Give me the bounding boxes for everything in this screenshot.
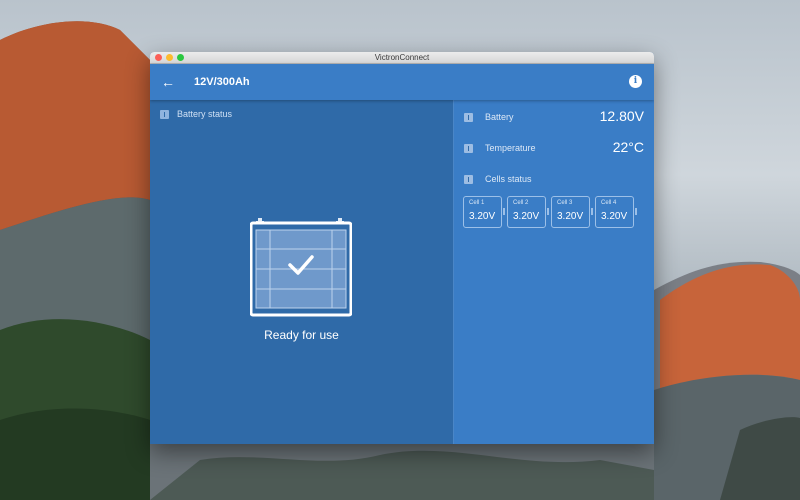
cell-voltage: 3.20V [469,211,496,222]
cell-voltage: 3.20V [513,211,540,222]
device-title: 12V/300Ah [194,76,250,88]
battery-status-panel: Battery status Ready for use [150,100,454,444]
battery-status-label: Battery status [177,109,233,119]
battery-voltage-row: Battery 12.80V [464,108,644,128]
cell-2: Cell 2 3.20V [507,196,549,228]
thermometer-icon [464,144,473,154]
battery-ready-status: Ready for use [264,328,339,342]
battery-details-panel: Battery 12.80V Temperature 22°C Cells st… [454,100,654,444]
battery-voltage-label: Battery [485,112,514,122]
battery-status-heading: Battery status [160,109,233,120]
cell-voltage: 3.20V [557,211,584,222]
cells-list-icon [464,175,473,185]
cell-voltage: 3.20V [601,211,628,222]
app-header: ← 12V/300Ah i [150,64,654,100]
cells-status-row: Cells status [464,170,644,190]
window-title: VictronConnect [374,53,430,62]
back-arrow-icon[interactable]: ← [160,74,176,90]
temperature-label: Temperature [485,143,536,153]
cells-list: Cell 1 3.20V Cell 2 3.20V Cell 3 3.20V C… [463,196,639,228]
app-window: VictronConnect ← 12V/300Ah i Battery sta… [150,52,654,444]
cell-4: Cell 4 3.20V [595,196,637,228]
cells-status-label: Cells status [485,174,532,184]
cell-name: Cell 1 [469,200,485,206]
temperature-row: Temperature 22°C [464,139,644,159]
cell-name: Cell 2 [513,200,529,206]
cell-name: Cell 3 [557,200,573,206]
main-content: Battery status Ready for use Battery 12.… [150,100,654,444]
info-icon[interactable]: i [629,75,642,88]
cell-1: Cell 1 3.20V [463,196,505,228]
status-info-icon [160,110,169,120]
cell-3: Cell 3 3.20V [551,196,593,228]
temperature-value: 22°C [612,139,644,155]
window-titlebar[interactable]: VictronConnect [150,52,654,64]
battery-icon [464,113,473,123]
battery-check-icon [250,218,352,317]
cell-name: Cell 4 [601,200,617,206]
battery-voltage-value: 12.80V [599,108,644,124]
